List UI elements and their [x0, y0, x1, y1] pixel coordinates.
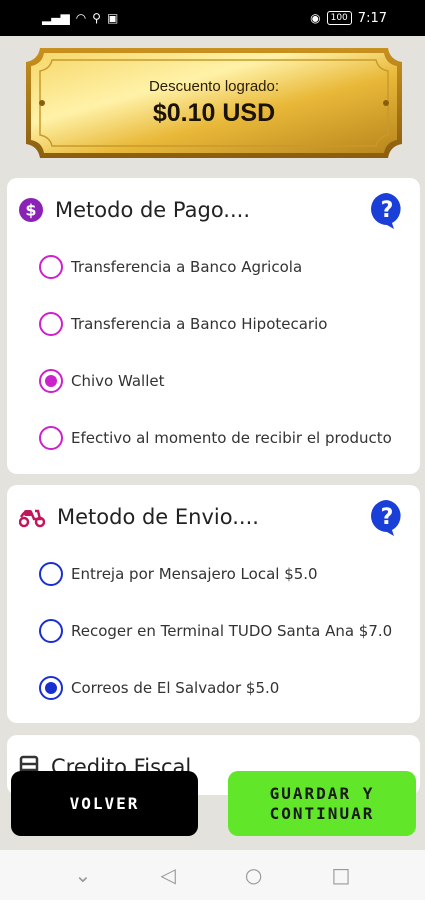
shipping-option-mensajero[interactable]: Entreja por Mensajero Local $5.0 [39, 562, 318, 586]
system-nav-bar: ⌄ ◁ ○ □ [0, 850, 425, 900]
shipping-header: Metodo de Envio.... [19, 505, 259, 529]
status-left: ▂▄▆ ◠ ⚲ ▣ [42, 11, 118, 25]
payment-title: Metodo de Pago.... [55, 198, 250, 222]
bottom-action-bar: VOLVER GUARDAR Y CONTINUAR [0, 768, 425, 838]
dollar-circle-icon: $ [19, 198, 43, 222]
radio-button[interactable] [39, 562, 63, 586]
save-label-line2: CONTINUAR [269, 803, 375, 823]
save-continue-button[interactable]: GUARDAR Y CONTINUAR [228, 771, 416, 836]
radio-button[interactable] [39, 619, 63, 643]
signal-icon: ▂▄▆ [42, 11, 70, 25]
scooter-icon [19, 509, 45, 528]
shipping-option-terminal-tudo[interactable]: Recoger en Terminal TUDO Santa Ana $7.0 [39, 619, 392, 643]
svg-text:$: $ [25, 201, 36, 220]
payment-method-card: $ Metodo de Pago.... ? Transferencia a B… [7, 178, 420, 474]
option-label: Chivo Wallet [71, 372, 165, 390]
discount-plaque: Descuento logrado: $0.10 USD [22, 44, 406, 162]
option-label: Entreja por Mensajero Local $5.0 [71, 565, 318, 583]
status-time: 7:17 [357, 10, 387, 26]
vibrate-icon: ◉ [310, 11, 321, 25]
radio-button-selected[interactable] [39, 676, 63, 700]
notification-icon: ▣ [106, 11, 119, 25]
payment-option-chivo-wallet[interactable]: Chivo Wallet [39, 369, 164, 393]
chevron-down-icon[interactable]: ⌄ [75, 863, 92, 887]
payment-option-efectivo[interactable]: Efectivo al momento de recibir el produc… [39, 426, 392, 450]
radio-button-selected[interactable] [39, 369, 63, 393]
home-circle-icon[interactable]: ○ [245, 863, 262, 887]
option-label: Efectivo al momento de recibir el produc… [71, 429, 392, 447]
back-button[interactable]: VOLVER [11, 771, 198, 836]
payment-option-banco-hipotecario[interactable]: Transferencia a Banco Hipotecario [39, 312, 327, 336]
question-bubble-icon[interactable]: ? [370, 499, 404, 537]
payment-header: $ Metodo de Pago.... [19, 198, 250, 222]
wifi-icon: ◠ [75, 11, 87, 25]
status-bar: ▂▄▆ ◠ ⚲ ▣ ◉ 100 7:17 [0, 0, 425, 36]
battery-indicator: 100 [326, 11, 352, 25]
shipping-title: Metodo de Envio.... [57, 505, 259, 529]
status-right: ◉ 100 7:17 [310, 11, 387, 26]
option-label: Transferencia a Banco Agricola [71, 258, 303, 276]
option-label: Transferencia a Banco Hipotecario [71, 315, 328, 333]
shipping-option-correos[interactable]: Correos de El Salvador $5.0 [39, 676, 279, 700]
back-button-label: VOLVER [69, 794, 140, 813]
usb-icon: ⚲ [92, 11, 101, 25]
radio-dot [45, 682, 57, 694]
discount-label: Descuento logrado: [148, 78, 280, 95]
payment-option-banco-agricola[interactable]: Transferencia a Banco Agricola [39, 255, 302, 279]
svg-text:?: ? [381, 198, 394, 223]
svg-text:?: ? [381, 505, 394, 530]
option-label: Recoger en Terminal TUDO Santa Ana $7.0 [71, 622, 393, 640]
radio-button[interactable] [39, 312, 63, 336]
discount-amount: $0.10 USD [152, 99, 276, 127]
save-label-line1: GUARDAR Y [269, 783, 375, 803]
recents-square-icon[interactable]: □ [331, 863, 350, 887]
radio-dot [45, 375, 57, 387]
option-label: Correos de El Salvador $5.0 [71, 679, 280, 697]
radio-button[interactable] [39, 255, 63, 279]
radio-button[interactable] [39, 426, 63, 450]
save-button-label: GUARDAR Y CONTINUAR [270, 784, 375, 824]
shipping-method-card: Metodo de Envio.... ? Entreja por Mensaj… [7, 485, 420, 723]
plaque-text: Descuento logrado: $0.10 USD [22, 44, 406, 162]
question-bubble-icon[interactable]: ? [370, 192, 404, 230]
back-triangle-icon[interactable]: ◁ [160, 863, 175, 887]
